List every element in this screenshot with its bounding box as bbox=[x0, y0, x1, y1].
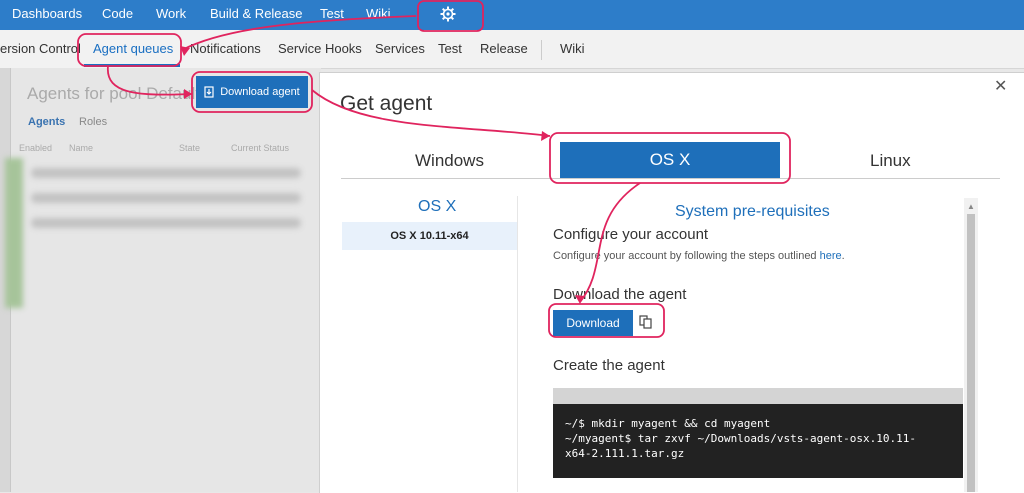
col-header-enabled: Enabled bbox=[19, 143, 53, 153]
sub-navigation: ersion Control Agent queues Notification… bbox=[0, 30, 1024, 69]
download-heading: Download the agent bbox=[553, 286, 687, 303]
blurred-agent-row bbox=[31, 168, 301, 178]
blurred-status-bar bbox=[5, 158, 23, 308]
dialog-title: Get agent bbox=[340, 92, 433, 115]
top-navigation: Dashboards Code Work Build & Release Tes… bbox=[0, 0, 1024, 30]
col-header-name: Name bbox=[69, 143, 94, 153]
code-line: ~/myagent$ tar zxvf ~/Downloads/vsts-age… bbox=[565, 432, 916, 445]
gear-icon[interactable] bbox=[440, 6, 456, 22]
code-block-header bbox=[553, 388, 963, 404]
col-header-current-status: Current Status bbox=[231, 143, 290, 153]
blurred-agent-row bbox=[31, 218, 301, 228]
download-icon bbox=[204, 86, 214, 98]
tab-osx[interactable]: OS X bbox=[560, 142, 780, 178]
subnav-version-control[interactable]: ersion Control bbox=[0, 41, 81, 56]
code-block[interactable]: ~/$ mkdir myagent && cd myagent ~/myagen… bbox=[553, 404, 963, 478]
nav-test[interactable]: Test bbox=[320, 6, 344, 21]
scroll-up-icon[interactable]: ▲ bbox=[967, 202, 975, 211]
tab-roles[interactable]: Roles bbox=[79, 116, 107, 128]
tab-windows[interactable]: Windows bbox=[415, 151, 484, 171]
copy-icon[interactable] bbox=[638, 314, 654, 330]
agents-pool-page: Agents for pool Default Agents Roles Ena… bbox=[5, 68, 321, 492]
nav-build-release[interactable]: Build & Release bbox=[210, 6, 303, 21]
tab-agents[interactable]: Agents bbox=[28, 116, 65, 128]
nav-wiki[interactable]: Wiki bbox=[366, 6, 391, 21]
subnav-agent-queues[interactable]: Agent queues bbox=[93, 41, 173, 56]
configure-text-body: Configure your account by following the … bbox=[553, 250, 817, 262]
subnav-services[interactable]: Services bbox=[375, 41, 425, 56]
subnav-divider bbox=[541, 40, 542, 60]
page-title: Agents for pool Default bbox=[27, 84, 200, 103]
configure-text: Configure your account by following the … bbox=[553, 250, 845, 262]
here-link[interactable]: here bbox=[820, 250, 842, 262]
pane-divider bbox=[517, 196, 518, 492]
nav-dashboards[interactable]: Dashboards bbox=[12, 6, 82, 21]
download-agent-label: Download agent bbox=[220, 86, 300, 98]
subnav-notifications[interactable]: Notifications bbox=[190, 41, 261, 56]
subnav-test[interactable]: Test bbox=[438, 41, 462, 56]
close-icon[interactable]: ✕ bbox=[994, 76, 1007, 96]
platform-item-osx-10-11[interactable]: OS X 10.11-x64 bbox=[342, 222, 517, 250]
nav-work[interactable]: Work bbox=[156, 6, 186, 21]
create-heading: Create the agent bbox=[553, 357, 665, 374]
blurred-agent-row bbox=[31, 193, 301, 203]
platform-heading: OS X bbox=[418, 198, 457, 215]
code-line: x64-2.111.1.tar.gz bbox=[565, 447, 685, 460]
code-line: ~/$ mkdir myagent && cd myagent bbox=[565, 417, 771, 430]
scrollbar-thumb[interactable] bbox=[967, 214, 975, 492]
tab-divider bbox=[341, 178, 1000, 179]
tab-linux[interactable]: Linux bbox=[870, 151, 911, 171]
col-header-state: State bbox=[179, 143, 201, 153]
prerequisites-link[interactable]: System pre-requisites bbox=[675, 203, 830, 221]
download-button[interactable]: Download bbox=[553, 310, 633, 336]
configure-heading: Configure your account bbox=[553, 226, 709, 243]
scrollbar[interactable]: ▲ bbox=[964, 198, 978, 492]
active-tab-underline bbox=[84, 64, 180, 67]
download-agent-button[interactable]: Download agent bbox=[196, 76, 308, 108]
subnav-service-hooks[interactable]: Service Hooks bbox=[278, 41, 362, 56]
nav-code[interactable]: Code bbox=[102, 6, 133, 21]
subnav-release[interactable]: Release bbox=[480, 41, 528, 56]
subnav-wiki[interactable]: Wiki bbox=[560, 41, 585, 56]
